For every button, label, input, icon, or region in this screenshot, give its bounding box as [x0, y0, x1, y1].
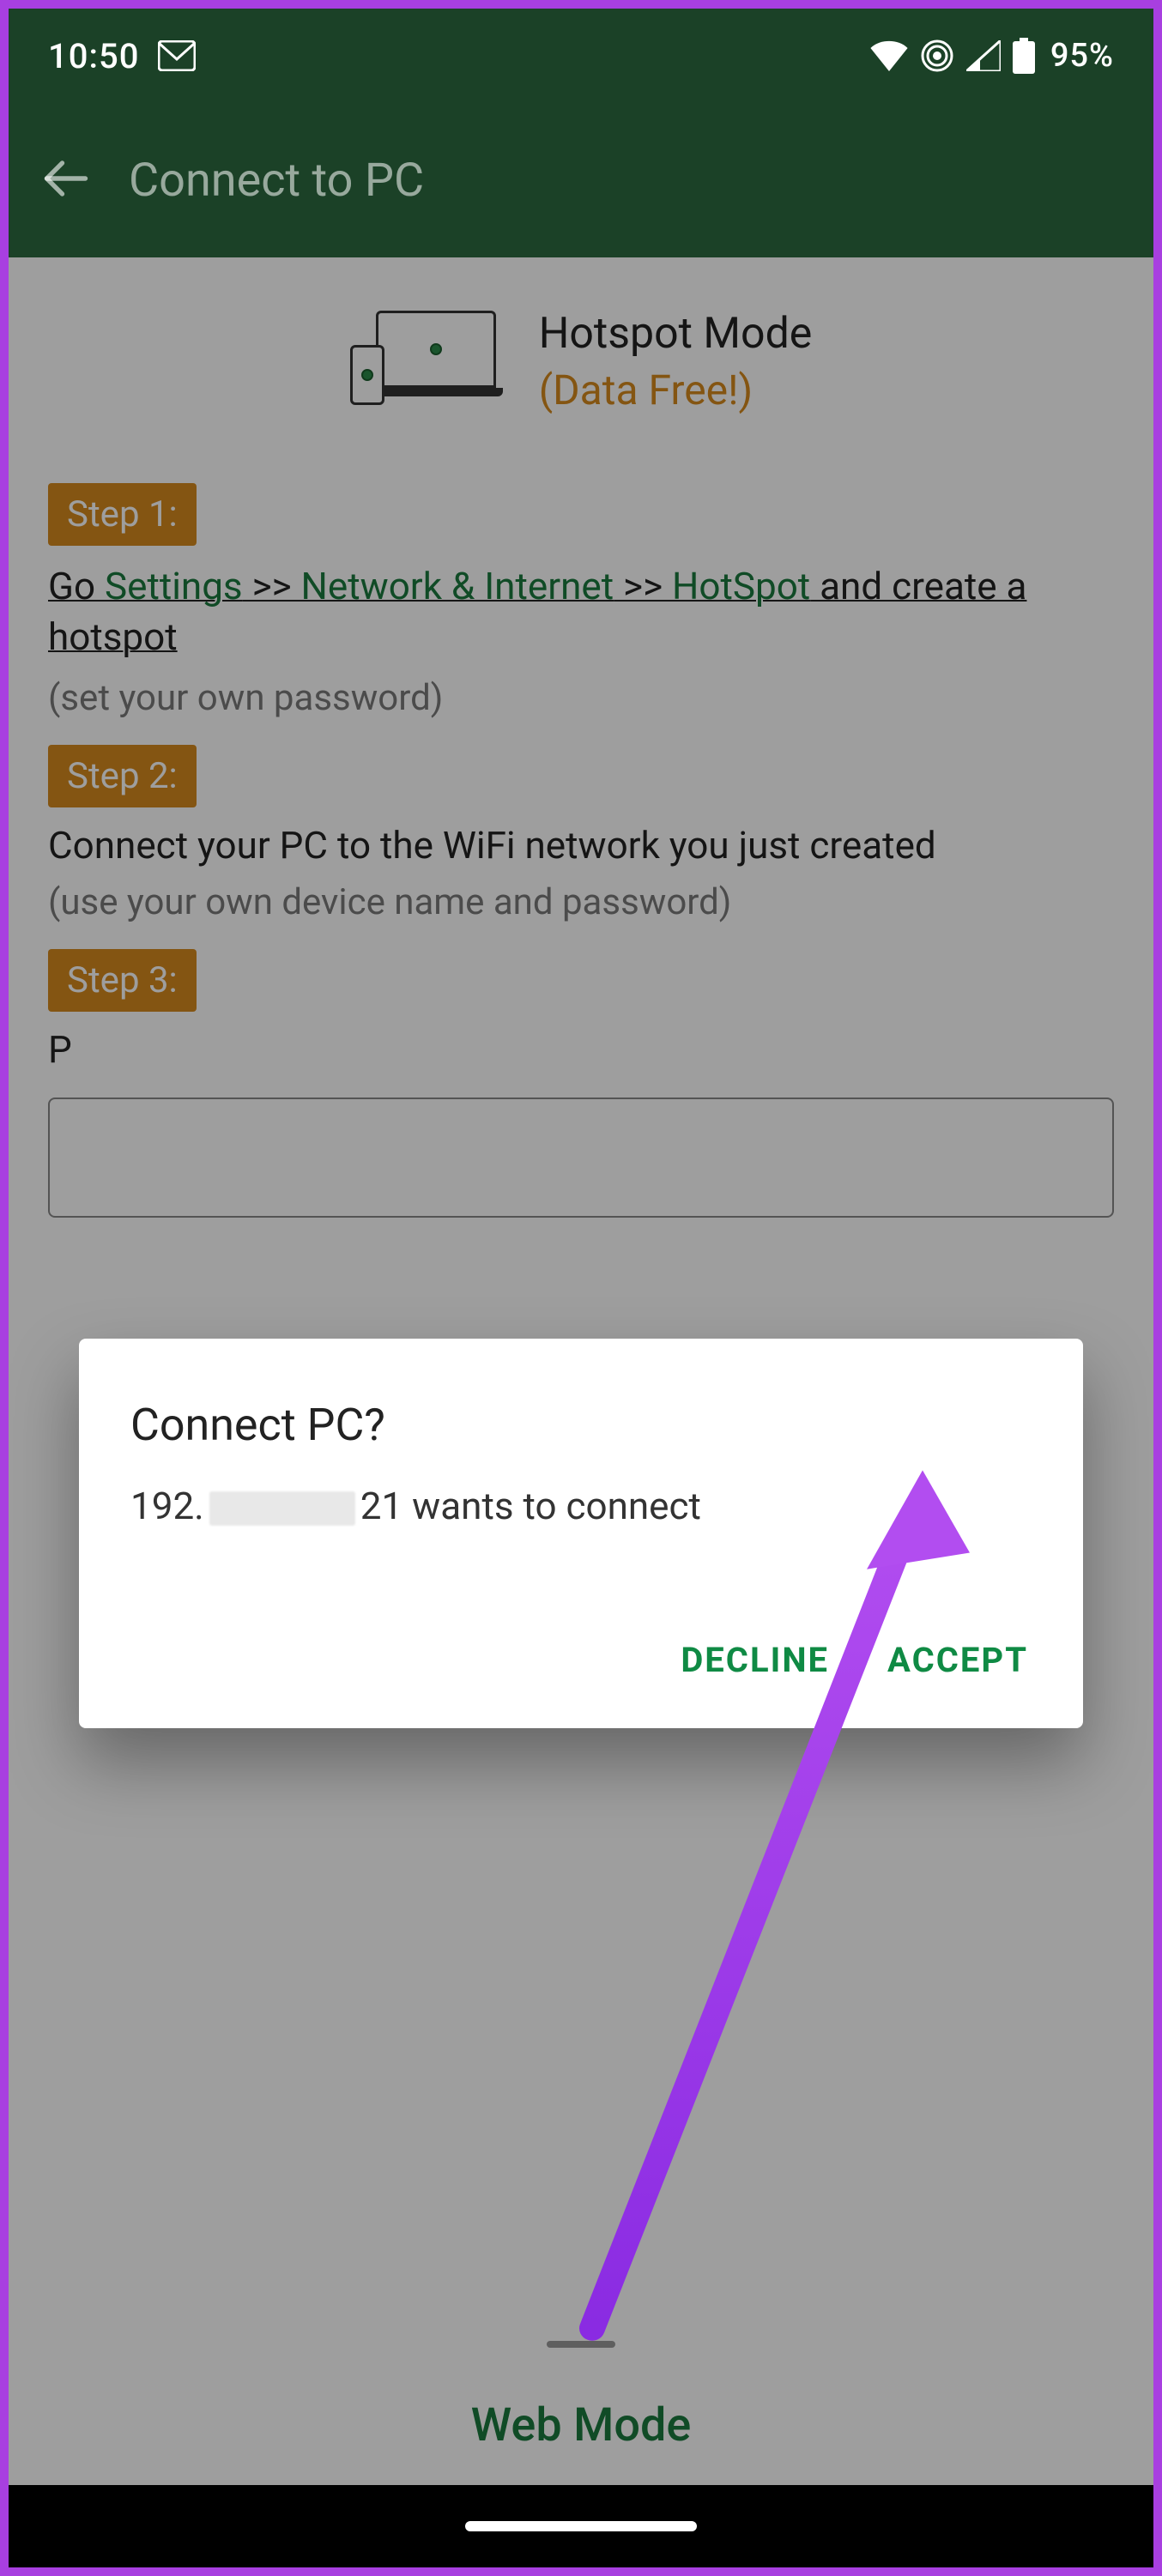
status-bar: 10:50 95%: [9, 9, 1153, 103]
battery-icon: [1013, 38, 1035, 74]
page-title: Connect to PC: [129, 154, 424, 208]
cellular-icon: [966, 40, 1001, 71]
nav-bar: [9, 2485, 1153, 2567]
app-bar: Connect to PC: [9, 103, 1153, 257]
connect-dialog: Connect PC? 192. 21 wants to connect DECL…: [79, 1339, 1083, 1728]
gmail-icon: [158, 40, 196, 71]
dialog-ip-redacted: [209, 1491, 355, 1526]
status-time: 10:50: [48, 36, 139, 76]
battery-percent: 95%: [1050, 37, 1114, 75]
hotspot-icon: [920, 39, 954, 73]
accept-button[interactable]: ACCEPT: [884, 1631, 1032, 1689]
home-handle-icon[interactable]: [465, 2521, 697, 2531]
decline-button[interactable]: DECLINE: [677, 1631, 832, 1689]
content-area: Hotspot Mode (Data Free!) Step 1: Go Set…: [9, 257, 1153, 2485]
dialog-title: Connect PC?: [130, 1399, 1032, 1451]
dialog-ip-prefix: 192.: [130, 1484, 204, 1528]
back-button[interactable]: [43, 155, 89, 205]
wifi-icon: [870, 40, 908, 71]
dialog-ip-suffix: 21 wants to connect: [360, 1484, 701, 1528]
dialog-message: 192. 21 wants to connect: [130, 1484, 1032, 1528]
